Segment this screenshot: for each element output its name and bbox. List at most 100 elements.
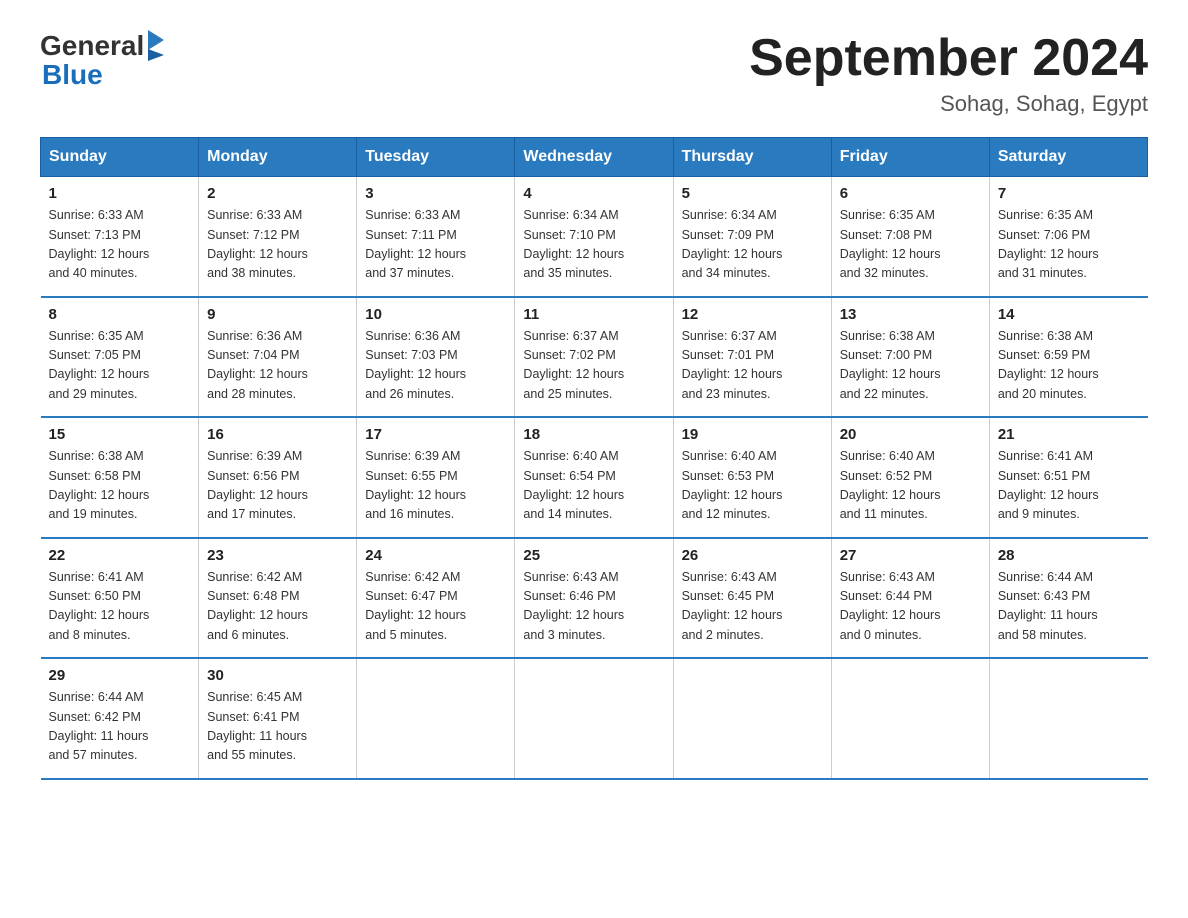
- day-info: Sunrise: 6:43 AMSunset: 6:45 PMDaylight:…: [682, 568, 823, 646]
- day-number: 8: [49, 306, 191, 323]
- day-info: Sunrise: 6:42 AMSunset: 6:48 PMDaylight:…: [207, 568, 348, 646]
- day-info: Sunrise: 6:35 AMSunset: 7:06 PMDaylight:…: [998, 206, 1140, 284]
- calendar-cell: 24 Sunrise: 6:42 AMSunset: 6:47 PMDaylig…: [357, 538, 515, 659]
- day-info: Sunrise: 6:40 AMSunset: 6:54 PMDaylight:…: [523, 447, 664, 525]
- calendar-cell: 2 Sunrise: 6:33 AMSunset: 7:12 PMDayligh…: [199, 177, 357, 297]
- day-number: 6: [840, 185, 981, 202]
- calendar-table: Sunday Monday Tuesday Wednesday Thursday…: [40, 137, 1148, 780]
- day-number: 16: [207, 426, 348, 443]
- day-info: Sunrise: 6:38 AMSunset: 6:59 PMDaylight:…: [998, 327, 1140, 405]
- calendar-cell: 26 Sunrise: 6:43 AMSunset: 6:45 PMDaylig…: [673, 538, 831, 659]
- day-info: Sunrise: 6:44 AMSunset: 6:43 PMDaylight:…: [998, 568, 1140, 646]
- day-info: Sunrise: 6:33 AMSunset: 7:11 PMDaylight:…: [365, 206, 506, 284]
- logo-general-text: General: [40, 32, 144, 60]
- day-number: 12: [682, 306, 823, 323]
- day-info: Sunrise: 6:39 AMSunset: 6:55 PMDaylight:…: [365, 447, 506, 525]
- day-number: 11: [523, 306, 664, 323]
- day-info: Sunrise: 6:42 AMSunset: 6:47 PMDaylight:…: [365, 568, 506, 646]
- day-info: Sunrise: 6:34 AMSunset: 7:09 PMDaylight:…: [682, 206, 823, 284]
- day-number: 4: [523, 185, 664, 202]
- calendar-cell: 3 Sunrise: 6:33 AMSunset: 7:11 PMDayligh…: [357, 177, 515, 297]
- calendar-cell: 16 Sunrise: 6:39 AMSunset: 6:56 PMDaylig…: [199, 417, 357, 538]
- calendar-cell: 4 Sunrise: 6:34 AMSunset: 7:10 PMDayligh…: [515, 177, 673, 297]
- logo-blue-text: Blue: [42, 61, 164, 89]
- calendar-cell: 29 Sunrise: 6:44 AMSunset: 6:42 PMDaylig…: [41, 658, 199, 779]
- calendar-cell: 15 Sunrise: 6:38 AMSunset: 6:58 PMDaylig…: [41, 417, 199, 538]
- day-info: Sunrise: 6:43 AMSunset: 6:46 PMDaylight:…: [523, 568, 664, 646]
- calendar-cell: 17 Sunrise: 6:39 AMSunset: 6:55 PMDaylig…: [357, 417, 515, 538]
- calendar-cell: 21 Sunrise: 6:41 AMSunset: 6:51 PMDaylig…: [989, 417, 1147, 538]
- day-info: Sunrise: 6:40 AMSunset: 6:53 PMDaylight:…: [682, 447, 823, 525]
- header-tuesday: Tuesday: [357, 138, 515, 177]
- day-info: Sunrise: 6:36 AMSunset: 7:04 PMDaylight:…: [207, 327, 348, 405]
- calendar-cell: 5 Sunrise: 6:34 AMSunset: 7:09 PMDayligh…: [673, 177, 831, 297]
- day-number: 27: [840, 547, 981, 564]
- day-info: Sunrise: 6:33 AMSunset: 7:12 PMDaylight:…: [207, 206, 348, 284]
- calendar-cell: 6 Sunrise: 6:35 AMSunset: 7:08 PMDayligh…: [831, 177, 989, 297]
- day-number: 23: [207, 547, 348, 564]
- calendar-cell: 19 Sunrise: 6:40 AMSunset: 6:53 PMDaylig…: [673, 417, 831, 538]
- day-number: 15: [49, 426, 191, 443]
- day-number: 7: [998, 185, 1140, 202]
- calendar-cell: 7 Sunrise: 6:35 AMSunset: 7:06 PMDayligh…: [989, 177, 1147, 297]
- page-header: General Blue September 2024 Sohag, Sohag…: [40, 30, 1148, 117]
- day-info: Sunrise: 6:40 AMSunset: 6:52 PMDaylight:…: [840, 447, 981, 525]
- day-number: 18: [523, 426, 664, 443]
- day-number: 30: [207, 667, 348, 684]
- calendar-cell: 25 Sunrise: 6:43 AMSunset: 6:46 PMDaylig…: [515, 538, 673, 659]
- header-wednesday: Wednesday: [515, 138, 673, 177]
- day-info: Sunrise: 6:38 AMSunset: 6:58 PMDaylight:…: [49, 447, 191, 525]
- calendar-cell: 13 Sunrise: 6:38 AMSunset: 7:00 PMDaylig…: [831, 297, 989, 418]
- calendar-week-5: 29 Sunrise: 6:44 AMSunset: 6:42 PMDaylig…: [41, 658, 1148, 779]
- header-sunday: Sunday: [41, 138, 199, 177]
- calendar-cell: 20 Sunrise: 6:40 AMSunset: 6:52 PMDaylig…: [831, 417, 989, 538]
- calendar-cell: 1 Sunrise: 6:33 AMSunset: 7:13 PMDayligh…: [41, 177, 199, 297]
- calendar-cell: [989, 658, 1147, 779]
- day-number: 24: [365, 547, 506, 564]
- day-number: 10: [365, 306, 506, 323]
- day-info: Sunrise: 6:36 AMSunset: 7:03 PMDaylight:…: [365, 327, 506, 405]
- calendar-cell: 9 Sunrise: 6:36 AMSunset: 7:04 PMDayligh…: [199, 297, 357, 418]
- calendar-cell: 14 Sunrise: 6:38 AMSunset: 6:59 PMDaylig…: [989, 297, 1147, 418]
- calendar-cell: 12 Sunrise: 6:37 AMSunset: 7:01 PMDaylig…: [673, 297, 831, 418]
- day-number: 21: [998, 426, 1140, 443]
- day-info: Sunrise: 6:37 AMSunset: 7:02 PMDaylight:…: [523, 327, 664, 405]
- calendar-cell: 30 Sunrise: 6:45 AMSunset: 6:41 PMDaylig…: [199, 658, 357, 779]
- calendar-cell: [831, 658, 989, 779]
- day-number: 3: [365, 185, 506, 202]
- calendar-body: 1 Sunrise: 6:33 AMSunset: 7:13 PMDayligh…: [41, 177, 1148, 779]
- day-number: 5: [682, 185, 823, 202]
- calendar-cell: 10 Sunrise: 6:36 AMSunset: 7:03 PMDaylig…: [357, 297, 515, 418]
- calendar-header: Sunday Monday Tuesday Wednesday Thursday…: [41, 138, 1148, 177]
- day-info: Sunrise: 6:35 AMSunset: 7:08 PMDaylight:…: [840, 206, 981, 284]
- day-info: Sunrise: 6:41 AMSunset: 6:50 PMDaylight:…: [49, 568, 191, 646]
- day-number: 22: [49, 547, 191, 564]
- header-row: Sunday Monday Tuesday Wednesday Thursday…: [41, 138, 1148, 177]
- logo: General Blue: [40, 30, 164, 89]
- day-info: Sunrise: 6:38 AMSunset: 7:00 PMDaylight:…: [840, 327, 981, 405]
- calendar-cell: 27 Sunrise: 6:43 AMSunset: 6:44 PMDaylig…: [831, 538, 989, 659]
- day-number: 26: [682, 547, 823, 564]
- calendar-cell: 22 Sunrise: 6:41 AMSunset: 6:50 PMDaylig…: [41, 538, 199, 659]
- calendar-cell: 28 Sunrise: 6:44 AMSunset: 6:43 PMDaylig…: [989, 538, 1147, 659]
- day-number: 13: [840, 306, 981, 323]
- day-number: 28: [998, 547, 1140, 564]
- day-info: Sunrise: 6:45 AMSunset: 6:41 PMDaylight:…: [207, 688, 348, 766]
- day-number: 9: [207, 306, 348, 323]
- day-info: Sunrise: 6:34 AMSunset: 7:10 PMDaylight:…: [523, 206, 664, 284]
- day-number: 17: [365, 426, 506, 443]
- calendar-week-2: 8 Sunrise: 6:35 AMSunset: 7:05 PMDayligh…: [41, 297, 1148, 418]
- day-number: 19: [682, 426, 823, 443]
- day-info: Sunrise: 6:37 AMSunset: 7:01 PMDaylight:…: [682, 327, 823, 405]
- header-friday: Friday: [831, 138, 989, 177]
- calendar-cell: 8 Sunrise: 6:35 AMSunset: 7:05 PMDayligh…: [41, 297, 199, 418]
- title-block: September 2024 Sohag, Sohag, Egypt: [749, 30, 1148, 117]
- day-number: 1: [49, 185, 191, 202]
- calendar-week-1: 1 Sunrise: 6:33 AMSunset: 7:13 PMDayligh…: [41, 177, 1148, 297]
- day-info: Sunrise: 6:41 AMSunset: 6:51 PMDaylight:…: [998, 447, 1140, 525]
- day-info: Sunrise: 6:43 AMSunset: 6:44 PMDaylight:…: [840, 568, 981, 646]
- day-number: 25: [523, 547, 664, 564]
- location-text: Sohag, Sohag, Egypt: [749, 91, 1148, 117]
- day-info: Sunrise: 6:35 AMSunset: 7:05 PMDaylight:…: [49, 327, 191, 405]
- day-info: Sunrise: 6:44 AMSunset: 6:42 PMDaylight:…: [49, 688, 191, 766]
